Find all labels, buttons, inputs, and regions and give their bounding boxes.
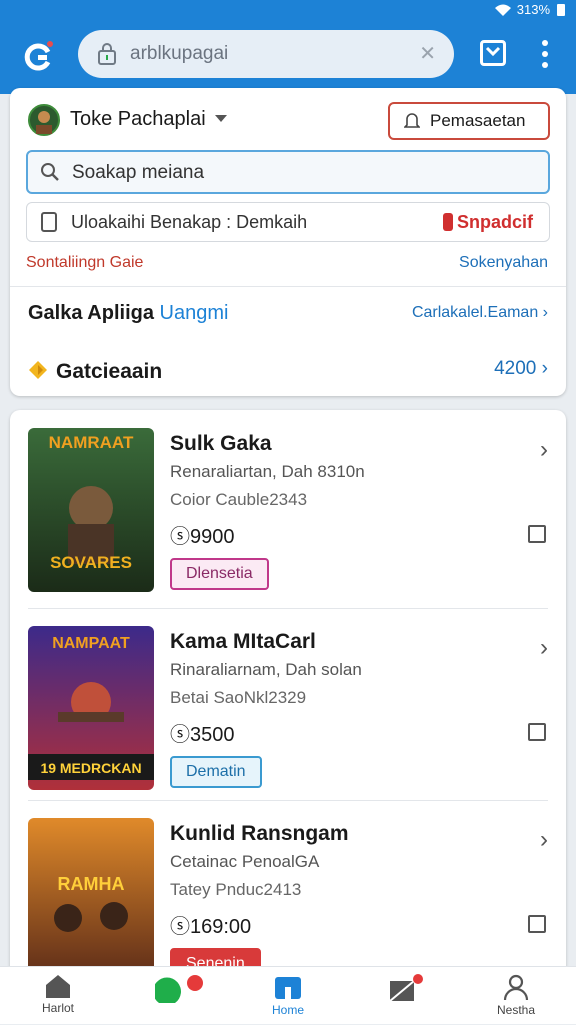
chevron-right-icon[interactable]: › <box>540 826 548 854</box>
price-icon: ⓢ <box>170 916 190 938</box>
game-price: ⓢ3500 <box>170 724 235 746</box>
list-item[interactable]: NAMRAAT SOVARES Sulk Gaka Renaraliartan,… <box>10 410 566 600</box>
bottom-nav: Harlot Home Nestha <box>0 966 576 1024</box>
avatar[interactable] <box>28 104 60 136</box>
nav-item-profile[interactable]: Nestha <box>476 973 556 1025</box>
home-browser-icon[interactable] <box>20 38 56 74</box>
nav-item-home-left[interactable]: Harlot <box>18 973 98 1025</box>
select-checkbox[interactable] <box>528 915 546 933</box>
chevron-right-icon[interactable]: › <box>540 634 548 662</box>
profile-icon <box>503 974 529 1001</box>
game-cover[interactable]: NAMPAAT 19 MEDRCKAN <box>28 626 154 790</box>
select-checkbox[interactable] <box>528 723 546 741</box>
register-label: Pemasaetan <box>430 111 526 130</box>
game-title: Sulk Gaka <box>170 432 272 455</box>
cover-title: NAMRAAT <box>49 433 134 452</box>
cover-subtitle: SOVARES <box>50 553 132 572</box>
register-button[interactable]: Pemasaetan <box>388 102 550 140</box>
price-icon: ⓢ <box>170 724 190 746</box>
game-cover[interactable]: NAMRAAT SOVARES <box>28 428 154 592</box>
battery-text: 313% <box>516 2 550 17</box>
mail-icon <box>389 974 423 1002</box>
cover-title: NAMPAAT <box>52 635 130 652</box>
section-title: Galka Apliiga Uangmi <box>28 302 229 324</box>
game-price: ⓢ9900 <box>170 526 235 548</box>
battery-icon <box>557 3 565 16</box>
home-icon <box>275 977 301 999</box>
list-item[interactable]: RAMHA Kunlid Ransngam Cetainac PenoalGA … <box>10 800 566 990</box>
clear-url-icon[interactable]: ✕ <box>419 41 436 66</box>
cover-subtitle: 19 MEDRCKAN <box>40 760 141 776</box>
search-input[interactable]: Soakap meiana <box>26 150 550 194</box>
game-detail: Cetainac PenoalGA <box>170 852 320 871</box>
divider <box>10 286 566 287</box>
document-icon <box>41 212 57 232</box>
select-checkbox[interactable] <box>528 525 546 543</box>
nav-item-chat[interactable] <box>140 973 220 1025</box>
account-name[interactable]: Toke Pachaplai <box>70 108 206 131</box>
shortcut-link[interactable]: Sokenyahan <box>459 254 548 272</box>
more-menu-icon[interactable] <box>538 38 552 70</box>
url-text: arblkupagai <box>130 43 229 64</box>
game-cover[interactable]: RAMHA <box>28 818 154 982</box>
chat-icon <box>155 975 203 1003</box>
chevron-down-icon[interactable] <box>215 115 227 122</box>
category-label[interactable]: Gatcieaain <box>56 360 162 384</box>
settings-link[interactable]: Sontaliingn Gaie <box>26 254 143 272</box>
cover-title: RAMHA <box>58 874 125 894</box>
status-badge[interactable]: Dematin <box>170 756 262 788</box>
game-meta: Tatey Pnduc2413 <box>170 880 302 899</box>
browser-toolbar: arblkupagai ✕ <box>0 20 576 94</box>
bell-icon <box>404 113 420 128</box>
coin-icon <box>29 361 47 379</box>
section-link[interactable]: Carlakalel.Eaman › <box>412 304 548 322</box>
house-icon <box>46 975 70 998</box>
game-title: Kama MItaCarl <box>170 630 316 653</box>
promo-banner[interactable]: Uloakaihi Benakap : Demkaih Snpadcif <box>26 202 550 242</box>
game-meta: Coior Cauble2343 <box>170 490 308 509</box>
search-icon <box>41 163 59 181</box>
status-bar: 313% <box>0 0 576 20</box>
game-price: ⓢ169:00 <box>170 916 252 938</box>
url-bar[interactable]: arblkupagai ✕ <box>78 30 454 78</box>
nav-item-home[interactable]: Home <box>248 973 328 1025</box>
promo-text: Uloakaihi Benakap : Demkaih <box>71 212 308 232</box>
list-item[interactable]: NAMPAAT 19 MEDRCKAN Kama MItaCarl Rinara… <box>10 608 566 798</box>
account-card: Toke Pachaplai Pemasaetan Soakap meiana … <box>10 88 566 396</box>
category-value[interactable]: 4200 › <box>494 358 548 380</box>
chevron-right-icon[interactable]: › <box>540 436 548 464</box>
game-meta: Betai SaoNkl2329 <box>170 688 307 707</box>
status-badge[interactable]: Dlensetia <box>170 558 269 590</box>
tabs-icon[interactable] <box>480 40 506 66</box>
nav-item-messages[interactable] <box>366 973 446 1025</box>
game-detail: Rinaraliarnam, Dah solan <box>170 660 362 679</box>
promo-tag[interactable]: Snpadcif <box>443 212 533 233</box>
price-icon: ⓢ <box>170 526 190 548</box>
game-title: Kunlid Ransngam <box>170 822 349 845</box>
wifi-icon <box>494 4 511 16</box>
game-list: NAMRAAT SOVARES Sulk Gaka Renaraliartan,… <box>10 410 566 982</box>
search-placeholder: Soakap meiana <box>72 162 205 183</box>
lock-icon <box>98 43 116 65</box>
game-detail: Renaraliartan, Dah 8310n <box>170 462 365 481</box>
